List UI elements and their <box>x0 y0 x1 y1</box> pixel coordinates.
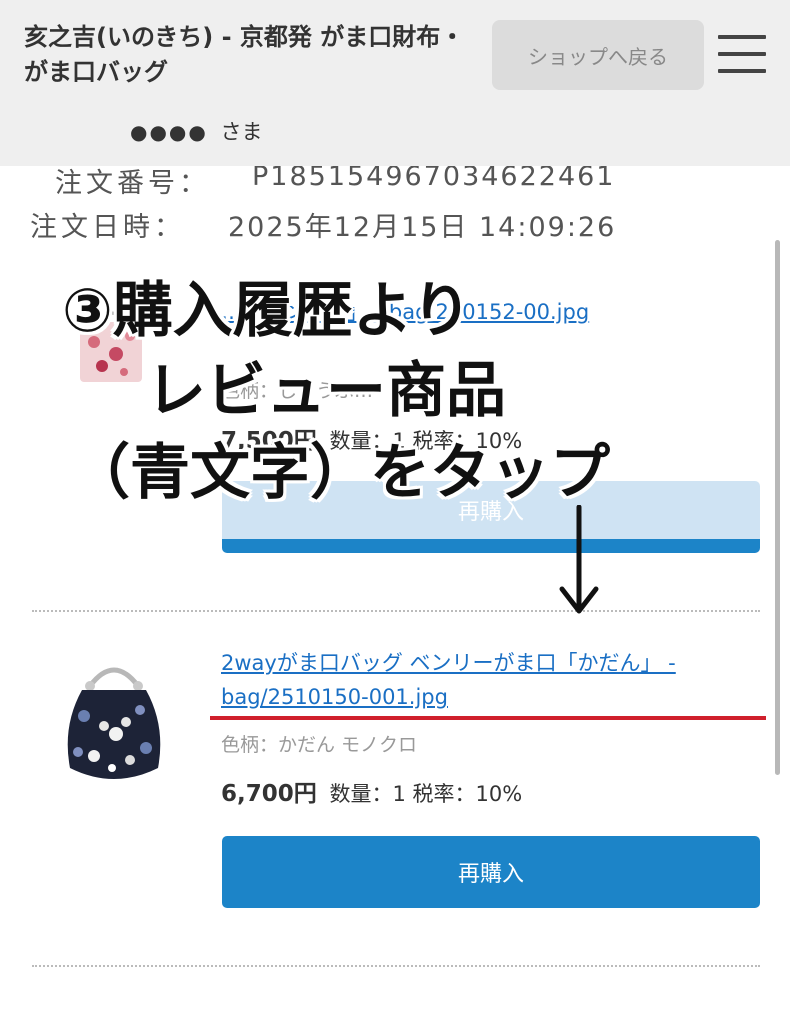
product-thumbnail-1[interactable] <box>72 302 150 386</box>
product-link-2[interactable]: 2wayがま口バッグ ベンリーがま口「かだん」 - bag/2510150-00… <box>221 646 676 714</box>
item-divider <box>32 965 760 967</box>
product-qty-tax-2: 数量：1 税率：10% <box>329 782 523 806</box>
item-divider <box>32 610 760 612</box>
shop-header: 亥之吉(いのきち) - 京都発 がま口財布・がま口バッグ ショップへ戻る ●●●… <box>0 0 790 166</box>
menu-icon-bar <box>718 69 766 73</box>
menu-icon-bar <box>718 52 766 56</box>
rebuy-button-2[interactable]: 再購入 <box>222 836 760 908</box>
product-link-2-line2[interactable]: bag/2510150-001.jpg <box>221 680 676 714</box>
menu-icon[interactable] <box>718 35 766 73</box>
product-thumbnail-2[interactable] <box>54 656 174 791</box>
product-attribute-2: 色柄：かだん モノクロ <box>221 734 418 756</box>
product-link-1[interactable]: …「ベンリ…」 - bag/240152-00.jpg <box>221 295 589 329</box>
menu-icon-bar <box>718 35 766 39</box>
order-date-value: 2025年12月15日 14:09:26 <box>228 212 617 243</box>
vertical-scrollbar[interactable] <box>775 240 780 775</box>
back-to-shop-button[interactable]: ショップへ戻る <box>492 20 704 90</box>
order-number-label: 注文番号： <box>55 168 210 199</box>
product-link-2-line1[interactable]: 2wayがま口バッグ ベンリーがま口「かだん」 - <box>221 646 676 680</box>
order-date-label: 注文日時： <box>30 212 185 243</box>
masked-user-name: ●●●● <box>130 120 208 144</box>
product-price-1: 7,500円 <box>221 428 317 454</box>
product-price-line-1: 7,500円 数量：1 税率：10% <box>221 421 522 455</box>
product-price-line-2: 6,700円 数量：1 税率：10% <box>221 774 522 808</box>
rebuy-button-1[interactable]: 再購入 <box>222 481 760 553</box>
shop-title[interactable]: 亥之吉(いのきち) - 京都発 がま口財布・がま口バッグ <box>24 20 474 90</box>
user-greeting: ●●●● さま <box>130 116 263 146</box>
highlight-underline <box>210 716 766 720</box>
product-link-1-text[interactable]: …「ベンリ…」 - bag/240152-00.jpg <box>221 300 589 324</box>
product-attribute-1: 色柄：しょうぶ… <box>221 380 374 402</box>
user-honorific: さま <box>220 120 263 144</box>
product-qty-tax-1: 数量：1 税率：10% <box>329 429 523 453</box>
order-history-page: 亥之吉(いのきち) - 京都発 がま口財布・がま口バッグ ショップへ戻る ●●●… <box>0 0 790 1024</box>
product-price-2: 6,700円 <box>221 781 317 807</box>
